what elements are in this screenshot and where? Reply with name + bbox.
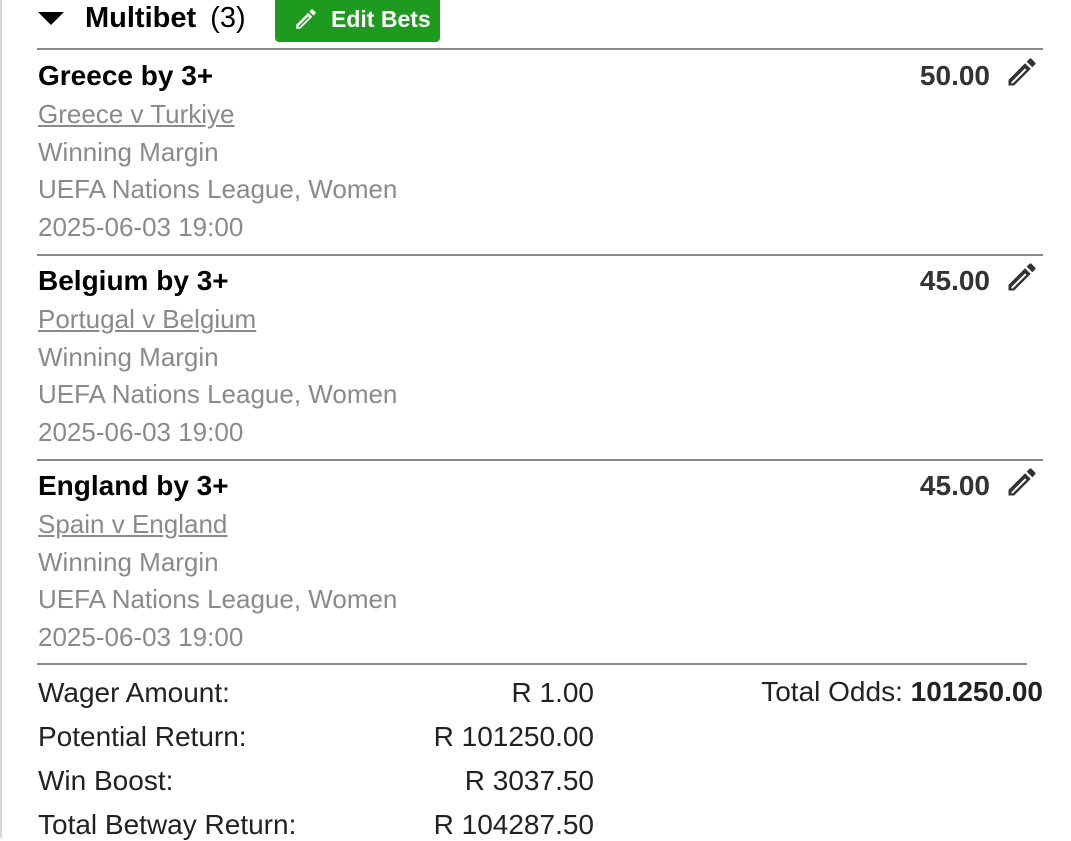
potential-return-value: R 101250.00: [433, 721, 594, 752]
divider: [37, 459, 1043, 461]
multibet-header[interactable]: Multibet (3): [38, 0, 246, 42]
total-odds-value: 101250.00: [910, 676, 1043, 707]
bet-odds: 50.00: [919, 60, 990, 91]
bet-datetime: 2025-06-03 19:00: [38, 212, 244, 242]
bet-selection: Belgium by 3+: [38, 265, 229, 296]
wager-amount-value: R 1.00: [511, 677, 595, 708]
win-boost-value: R 3037.50: [464, 765, 594, 796]
wager-amount-label: Wager Amount:: [38, 677, 230, 708]
bet-odds: 45.00: [919, 470, 990, 501]
caret-down-icon[interactable]: [38, 11, 64, 25]
total-odds: Total Odds: 101250.00: [761, 676, 1043, 708]
edit-bets-label: Edit Bets: [331, 5, 431, 32]
bet-market: Winning Margin: [38, 342, 219, 372]
bet-market: Winning Margin: [38, 137, 219, 167]
total-return-label: Total Betway Return:: [38, 809, 297, 840]
bet-selection: England by 3+: [38, 470, 229, 501]
bet-event-link[interactable]: Spain v England: [38, 509, 227, 540]
panel-left-border: [0, 0, 2, 838]
bet-selection: Greece by 3+: [38, 60, 214, 91]
bet-datetime: 2025-06-03 19:00: [38, 622, 244, 652]
bet-event-link[interactable]: Portugal v Belgium: [38, 304, 256, 335]
edit-bets-button[interactable]: Edit Bets: [275, 0, 440, 42]
pencil-icon: [296, 9, 316, 29]
bet-league: UEFA Nations League, Women: [38, 174, 398, 204]
divider: [37, 663, 1027, 665]
pencil-icon[interactable]: [1004, 259, 1040, 295]
multibet-title: Multibet: [85, 1, 197, 34]
potential-return-label: Potential Return:: [38, 721, 247, 752]
multibet-count: (3): [210, 1, 246, 34]
win-boost-label: Win Boost:: [38, 765, 174, 796]
bet-league: UEFA Nations League, Women: [38, 584, 398, 614]
bet-datetime: 2025-06-03 19:00: [38, 417, 244, 447]
divider: [37, 254, 1043, 256]
pencil-icon[interactable]: [1004, 54, 1040, 90]
total-odds-label: Total Odds:: [761, 676, 903, 707]
total-return-value: R 104287.50: [433, 809, 594, 840]
pencil-icon[interactable]: [1004, 464, 1040, 500]
bet-event-link[interactable]: Greece v Turkiye: [38, 99, 235, 130]
bet-league: UEFA Nations League, Women: [38, 379, 398, 409]
divider: [37, 48, 1043, 50]
bet-market: Winning Margin: [38, 547, 219, 577]
bet-odds: 45.00: [919, 265, 990, 296]
